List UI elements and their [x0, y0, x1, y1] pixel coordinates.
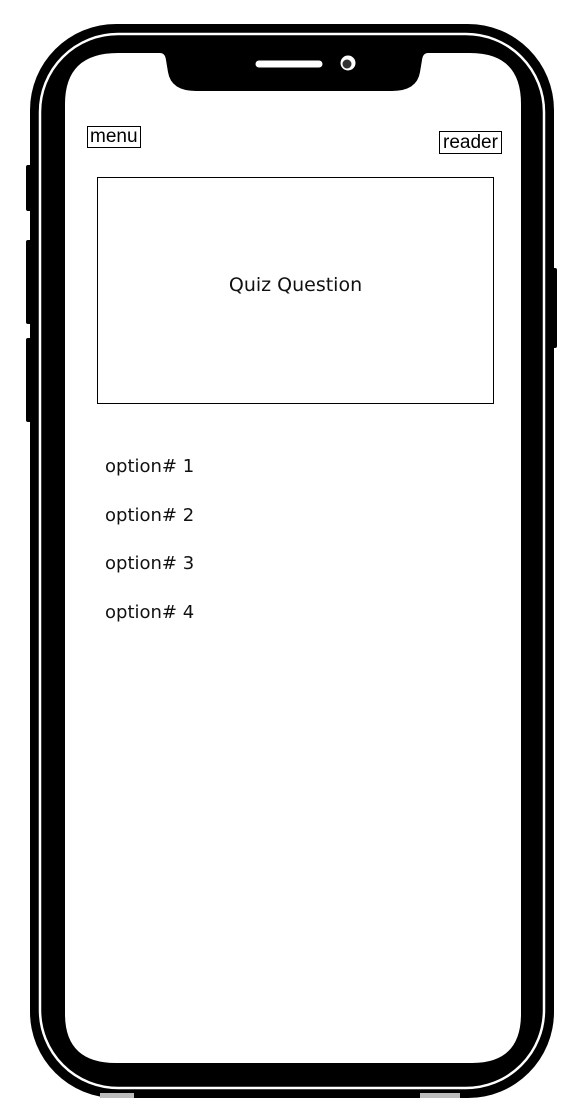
phone-frame	[26, 24, 557, 1098]
options-list: option# 1 option# 2 option# 3 option# 4	[105, 453, 194, 647]
option-2[interactable]: option# 2	[105, 502, 194, 551]
quiz-question-card: Quiz Question	[97, 177, 494, 404]
speaker-grille	[252, 57, 326, 71]
option-4[interactable]: option# 4	[105, 599, 194, 648]
option-1[interactable]: option# 1	[105, 453, 194, 502]
option-3[interactable]: option# 3	[105, 550, 194, 599]
quiz-question-text: Quiz Question	[228, 273, 363, 296]
reader-button[interactable]: reader	[439, 131, 502, 154]
menu-button[interactable]: menu	[87, 126, 141, 148]
